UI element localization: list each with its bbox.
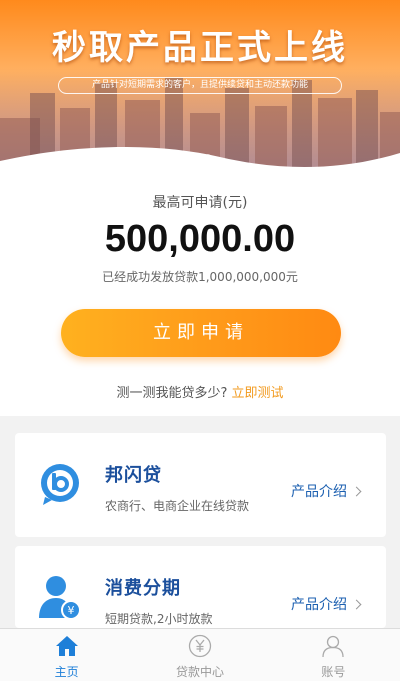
user-icon	[322, 635, 344, 658]
product-card-installment[interactable]: ¥ 消费分期 短期贷款,2小时放款 产品介绍	[15, 546, 386, 628]
chevron-right-icon	[351, 486, 362, 496]
product-card-bangshandai[interactable]: 邦闪贷 农商行、电商企业在线贷款 产品介绍	[15, 433, 386, 537]
product-intro-label: 产品介绍	[291, 484, 347, 500]
tab-label: 贷款中心	[175, 665, 224, 679]
carousel-dot[interactable]	[194, 154, 200, 160]
banner-subtitle: 产品针对短期需求的客户，且提供续贷和主动还款功能	[58, 77, 342, 94]
product-name: 邦闪贷	[105, 465, 162, 486]
tab-home[interactable]: 主页	[0, 629, 133, 681]
tab-label: 主页	[54, 665, 79, 679]
home-icon	[55, 636, 78, 656]
apply-section: 最高可申请(元) 500,000.00 已经成功发放贷款1,000,000,00…	[0, 178, 400, 416]
bottom-tab-bar: 主页 贷款中心 账号	[0, 628, 400, 681]
max-amount-value: 500,000.00	[104, 218, 296, 260]
apply-now-button[interactable]: 立即申请	[61, 309, 341, 357]
tab-account[interactable]: 账号	[267, 629, 400, 681]
product-intro-label: 产品介绍	[291, 597, 347, 613]
test-row: 测一测我能贷多少? 立即测试	[0, 382, 400, 401]
product-desc: 短期贷款,2小时放款	[105, 612, 213, 626]
test-prompt: 测一测我能贷多少?	[116, 386, 228, 401]
product-intro-link[interactable]: 产品介绍	[291, 481, 362, 501]
test-now-link[interactable]: 立即测试	[232, 386, 284, 401]
carousel-dot[interactable]	[205, 154, 211, 160]
banner-title: 秒取产品正式上线	[52, 28, 348, 68]
tab-loan-center[interactable]: 贷款中心	[133, 629, 266, 681]
promo-banner[interactable]: 秒取产品正式上线 产品针对短期需求的客户，且提供续贷和主动还款功能	[0, 0, 400, 178]
product-intro-link[interactable]: 产品介绍	[291, 594, 362, 614]
user-yen-icon: ¥	[39, 576, 81, 620]
issued-total-text: 已经成功发放贷款1,000,000,000元	[102, 270, 298, 284]
tab-label: 账号	[321, 665, 346, 679]
product-name: 消费分期	[105, 578, 181, 599]
product-desc: 农商行、电商企业在线贷款	[105, 499, 250, 513]
max-amount-label: 最高可申请(元)	[152, 195, 248, 211]
chevron-right-icon	[351, 599, 362, 609]
yen-circle-icon	[188, 634, 212, 658]
carousel-dots	[194, 154, 211, 160]
svg-text:¥: ¥	[68, 604, 75, 617]
b-chat-icon	[41, 464, 79, 505]
